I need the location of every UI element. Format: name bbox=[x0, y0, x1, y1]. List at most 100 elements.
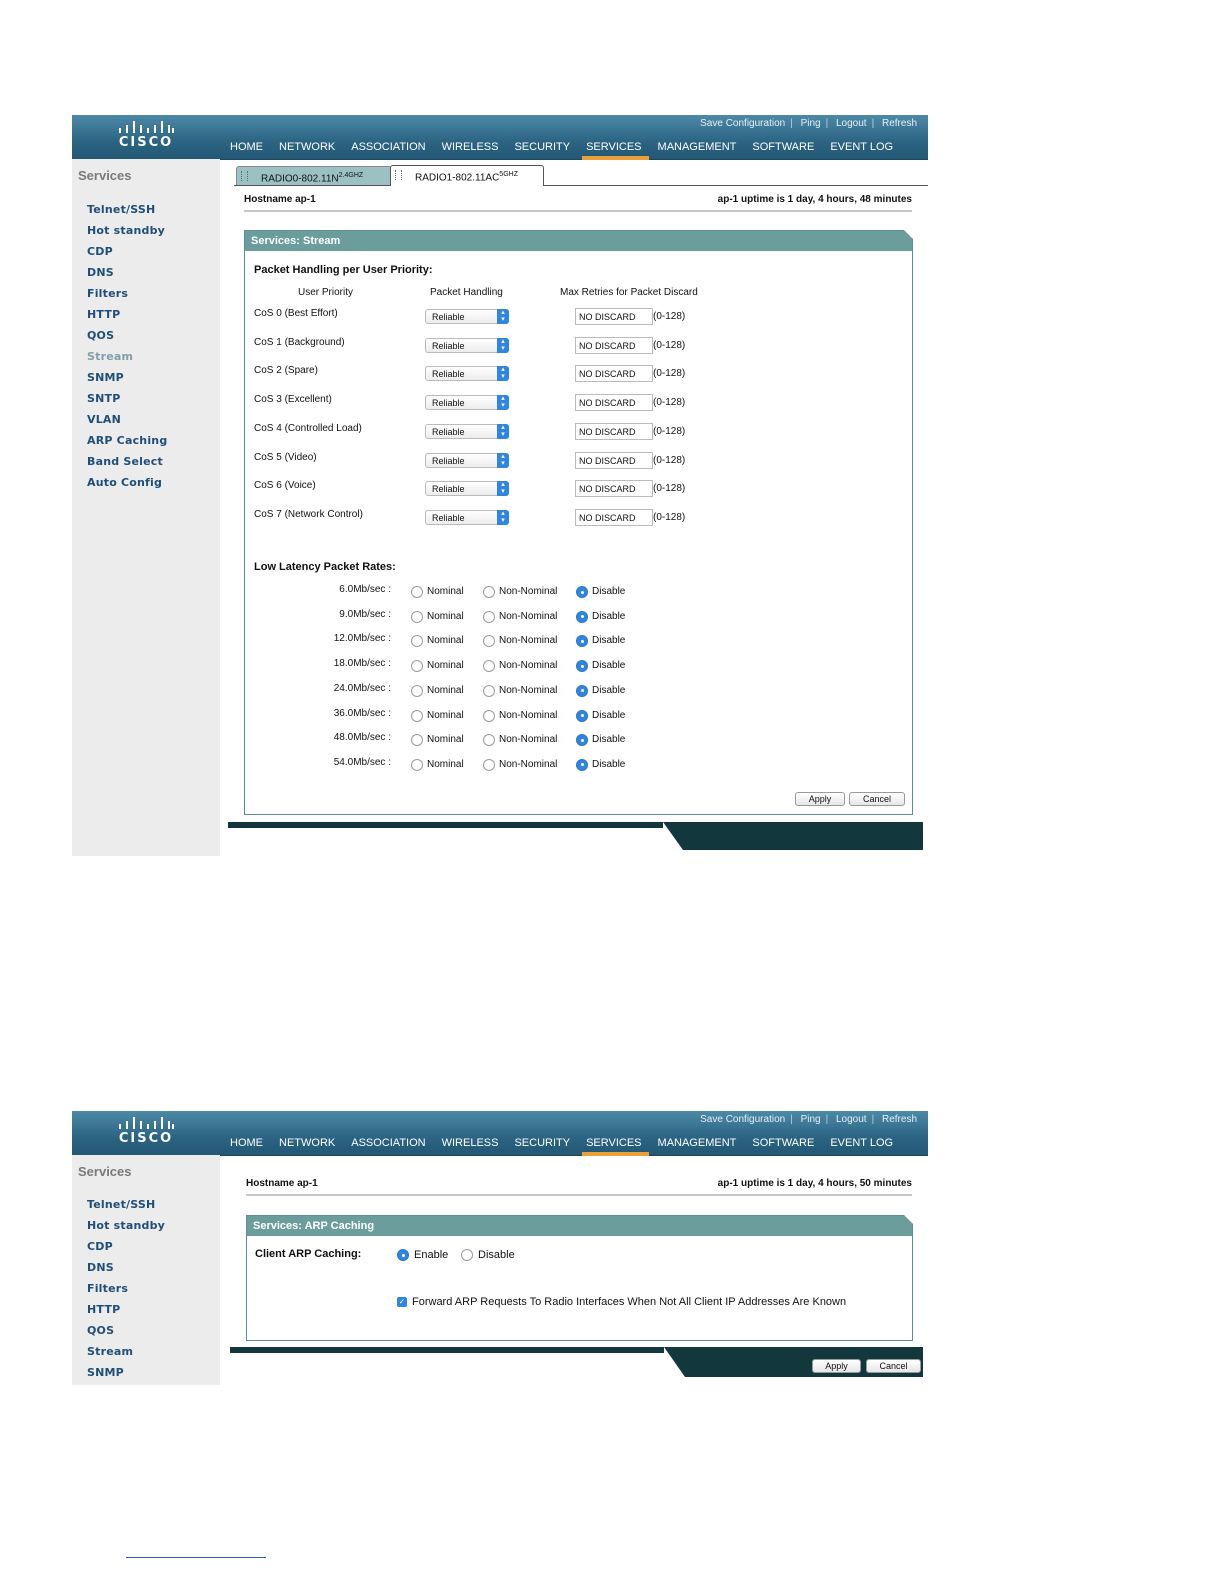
rate-non-nominal-radio[interactable] bbox=[483, 610, 495, 623]
sidebar-item-snmp[interactable]: SNMP bbox=[87, 371, 124, 384]
logout-link[interactable]: Logout bbox=[831, 1114, 872, 1125]
cancel-button[interactable]: Cancel bbox=[866, 1359, 921, 1373]
rate-disable-radio[interactable] bbox=[576, 758, 588, 771]
sidebar-item-http[interactable]: HTTP bbox=[87, 308, 120, 321]
rate-nominal-radio[interactable] bbox=[411, 586, 423, 598]
rate-option-label: Non-Nominal bbox=[499, 660, 558, 672]
rate-non-nominal-radio[interactable] bbox=[483, 734, 495, 747]
sidebar-item-cdp[interactable]: CDP bbox=[87, 245, 113, 258]
refresh-link[interactable]: Refresh bbox=[877, 1114, 922, 1125]
refresh-link[interactable]: Refresh bbox=[877, 118, 922, 129]
max-retries-input[interactable]: NO DISCARD bbox=[575, 365, 653, 383]
rate-nominal-radio[interactable] bbox=[411, 709, 423, 722]
save-configuration-link[interactable]: Save Configuration bbox=[695, 118, 790, 129]
sidebar-item-stream[interactable]: Stream bbox=[87, 1345, 133, 1358]
col-user-priority: User Priority bbox=[298, 287, 354, 298]
sidebar-item-telnet-ssh[interactable]: Telnet/SSH bbox=[87, 1198, 155, 1211]
sidebar-item-hot-standby[interactable]: Hot standby bbox=[87, 1219, 165, 1232]
nav-management[interactable]: MANAGEMENT bbox=[658, 139, 744, 157]
nav-network[interactable]: NETWORK bbox=[279, 1135, 342, 1153]
apply-button[interactable]: Apply bbox=[795, 792, 845, 806]
nav-association[interactable]: ASSOCIATION bbox=[351, 1135, 432, 1153]
apply-button[interactable]: Apply bbox=[812, 1359, 861, 1373]
packet-handling-select[interactable]: Reliable ▴ ▾ bbox=[425, 337, 509, 353]
sidebar-item-auto-config[interactable]: Auto Config bbox=[87, 476, 162, 489]
sidebar-item-qos[interactable]: QOS bbox=[87, 1324, 114, 1337]
packet-handling-select[interactable]: Reliable ▴ ▾ bbox=[425, 309, 509, 324]
max-retries-input[interactable]: NO DISCARD bbox=[575, 394, 653, 412]
sidebar-item-vlan[interactable]: VLAN bbox=[87, 413, 121, 426]
rate-disable-radio[interactable] bbox=[576, 586, 588, 598]
packet-handling-select[interactable]: Reliable ▴ ▾ bbox=[425, 481, 509, 497]
nav-software[interactable]: SOFTWARE bbox=[752, 1135, 821, 1153]
sidebar-item-qos[interactable]: QOS bbox=[87, 329, 114, 342]
rate-nominal-radio[interactable] bbox=[411, 684, 423, 697]
sidebar-item-arp-caching[interactable]: ARP Caching bbox=[87, 434, 167, 447]
rate-disable-radio[interactable] bbox=[576, 734, 588, 747]
arp-disable-radio[interactable] bbox=[461, 1249, 473, 1261]
sidebar-item-filters[interactable]: Filters bbox=[87, 287, 128, 300]
save-configuration-link[interactable]: Save Configuration bbox=[695, 1114, 790, 1125]
sidebar-item-cdp[interactable]: CDP bbox=[87, 1240, 113, 1253]
sidebar-item-dns[interactable]: DNS bbox=[87, 1261, 114, 1274]
logout-link[interactable]: Logout bbox=[831, 118, 872, 129]
max-retries-input[interactable]: NO DISCARD bbox=[575, 422, 653, 440]
rate-non-nominal-radio[interactable] bbox=[483, 635, 495, 648]
nav-event-log[interactable]: EVENT LOG bbox=[830, 139, 900, 157]
cancel-button[interactable]: Cancel bbox=[849, 792, 905, 806]
rate-non-nominal-radio[interactable] bbox=[483, 684, 495, 697]
sidebar-item-telnet-ssh[interactable]: Telnet/SSH bbox=[87, 203, 155, 216]
max-retries-input[interactable]: NO DISCARD bbox=[575, 508, 653, 526]
packet-handling-select[interactable]: Reliable ▴ ▾ bbox=[425, 509, 509, 525]
nav-management[interactable]: MANAGEMENT bbox=[658, 1135, 744, 1153]
rate-disable-radio[interactable] bbox=[576, 709, 588, 722]
arp-enable-radio[interactable] bbox=[397, 1249, 409, 1261]
sidebar-item-sntp[interactable]: SNTP bbox=[87, 392, 121, 405]
sidebar-item-snmp[interactable]: SNMP bbox=[87, 1366, 124, 1379]
sidebar-item-hot-standby[interactable]: Hot standby bbox=[87, 224, 165, 237]
sidebar-item-stream[interactable]: Stream bbox=[87, 350, 133, 363]
rate-nominal-radio[interactable] bbox=[411, 734, 423, 747]
rate-non-nominal-radio[interactable] bbox=[483, 709, 495, 722]
nav-association[interactable]: ASSOCIATION bbox=[351, 139, 432, 157]
forward-arp-checkbox[interactable]: ✓ bbox=[397, 1297, 407, 1307]
nav-event-log[interactable]: EVENT LOG bbox=[830, 1135, 900, 1153]
max-retries-input[interactable]: NO DISCARD bbox=[575, 451, 653, 469]
nav-wireless[interactable]: WIRELESS bbox=[442, 1135, 506, 1153]
rate-nominal-radio[interactable] bbox=[411, 610, 423, 623]
rate-non-nominal-radio[interactable] bbox=[483, 660, 495, 673]
rate-disable-radio[interactable] bbox=[576, 660, 588, 673]
rate-disable-radio[interactable] bbox=[576, 684, 588, 697]
ping-link[interactable]: Ping bbox=[796, 1114, 826, 1125]
nav-services[interactable]: SERVICES bbox=[582, 139, 649, 160]
packet-handling-select[interactable]: Reliable ▴ ▾ bbox=[425, 423, 509, 439]
nav-wireless[interactable]: WIRELESS bbox=[442, 139, 506, 157]
nav-network[interactable]: NETWORK bbox=[279, 139, 342, 157]
rate-nominal-radio[interactable] bbox=[411, 660, 423, 673]
rate-nominal-radio[interactable] bbox=[411, 758, 423, 771]
sidebar-item-filters[interactable]: Filters bbox=[87, 1282, 128, 1295]
packet-handling-select[interactable]: Reliable ▴ ▾ bbox=[425, 395, 509, 411]
rate-disable-radio[interactable] bbox=[576, 635, 588, 648]
nav-security[interactable]: SECURITY bbox=[514, 1135, 577, 1153]
tab-radio1[interactable]: RADIO1-802.11AC5GHZ bbox=[390, 165, 544, 186]
sidebar-item-dns[interactable]: DNS bbox=[87, 266, 114, 279]
ping-link[interactable]: Ping bbox=[796, 118, 826, 129]
packet-handling-select[interactable]: Reliable ▴ ▾ bbox=[425, 452, 509, 468]
rate-nominal-radio[interactable] bbox=[411, 635, 423, 648]
nav-home[interactable]: HOME bbox=[230, 1135, 270, 1153]
rate-disable-radio[interactable] bbox=[576, 610, 588, 623]
rate-non-nominal-radio[interactable] bbox=[483, 758, 495, 771]
sidebar-item-band-select[interactable]: Band Select bbox=[87, 455, 163, 468]
packet-handling-select[interactable]: Reliable ▴ ▾ bbox=[425, 366, 509, 382]
nav-home[interactable]: HOME bbox=[230, 139, 270, 157]
nav-services[interactable]: SERVICES bbox=[582, 1135, 649, 1156]
max-retries-input[interactable]: NO DISCARD bbox=[575, 336, 653, 354]
nav-software[interactable]: SOFTWARE bbox=[752, 139, 821, 157]
max-retries-input[interactable]: NO DISCARD bbox=[575, 480, 653, 498]
tab-radio0[interactable]: RADIO0-802.11N2.4GHZ bbox=[236, 166, 392, 185]
sidebar-item-http[interactable]: HTTP bbox=[87, 1303, 120, 1316]
max-retries-input[interactable]: NO DISCARD bbox=[575, 308, 653, 325]
nav-security[interactable]: SECURITY bbox=[514, 139, 577, 157]
rate-non-nominal-radio[interactable] bbox=[483, 586, 495, 598]
